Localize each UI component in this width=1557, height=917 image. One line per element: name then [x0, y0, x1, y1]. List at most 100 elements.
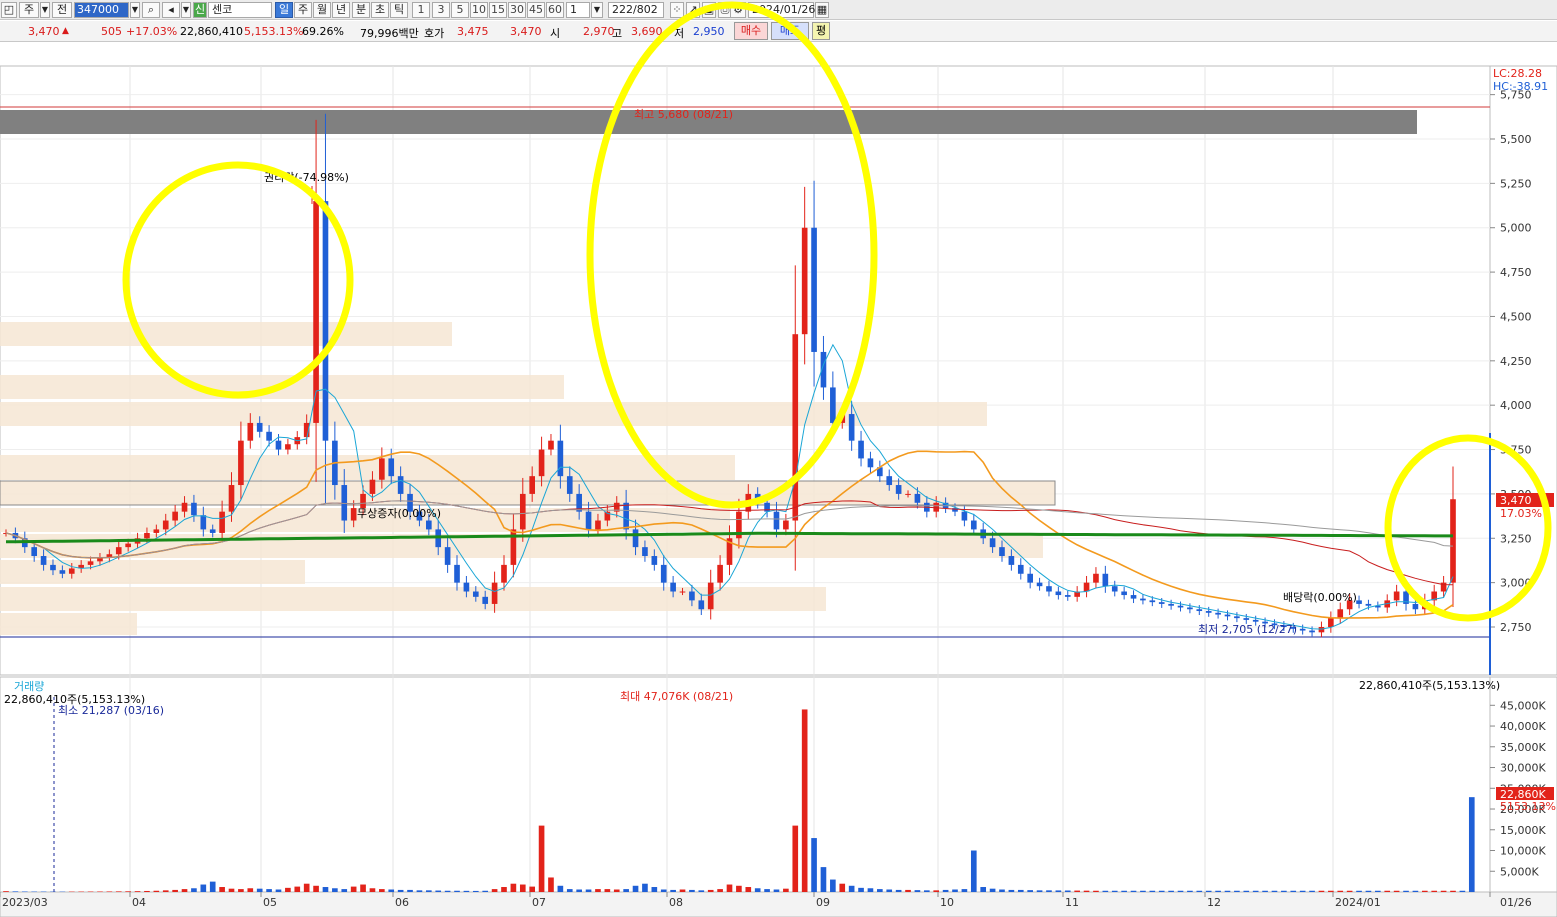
volume-min-label: 최소 21,287 (03/16) [58, 704, 164, 717]
tab-period-4[interactable]: 분 [352, 2, 370, 18]
candle-body [426, 520, 432, 530]
volume-bar [1309, 890, 1315, 892]
tab-period-2[interactable]: 월 [313, 2, 331, 18]
chevron-down-icon[interactable]: ▼ [130, 2, 140, 18]
x-axis-label: 05 [263, 896, 277, 909]
volume-bar [566, 889, 573, 892]
tab-period-5[interactable]: 초 [371, 2, 389, 18]
legend-ma120[interactable]: 120 [246, 67, 267, 80]
volume-bar [12, 891, 19, 892]
menu-icon[interactable]: ◰ [1, 2, 17, 18]
tab-interval-3[interactable]: 10 [470, 2, 488, 18]
grid-icon[interactable]: ⁘ [670, 2, 684, 18]
tab-interval-5[interactable]: 30 [508, 2, 526, 18]
legend-square-icon: ▫ [126, 67, 134, 80]
volume-bar [435, 890, 442, 892]
legend-limit-up[interactable]: 상한가 [305, 67, 335, 83]
candle-body [1234, 616, 1240, 619]
volume-bar [905, 889, 911, 892]
calendar-icon[interactable]: ▦ [815, 2, 829, 18]
chevron-down-icon[interactable]: ▼ [591, 2, 603, 18]
candle-body [736, 511, 742, 539]
volume-bar [519, 884, 526, 892]
candle-body [1243, 618, 1250, 620]
tab-interval-2[interactable]: 5 [451, 2, 469, 18]
legend-ma240[interactable]: 240 [270, 67, 291, 80]
candle-body [379, 458, 385, 480]
candle-body [1196, 609, 1203, 612]
candle-body [1421, 600, 1428, 610]
chevron-down-icon[interactable]: ▼ [181, 2, 191, 18]
volume-bar [529, 886, 536, 892]
tab-period-3[interactable]: 년 [332, 2, 350, 18]
candle-body [219, 511, 225, 533]
legend-ma20[interactable]: 20 [205, 67, 219, 80]
legend-ma60[interactable]: 60 [225, 67, 239, 80]
candle-body [1450, 499, 1456, 583]
period-select[interactable]: 주 [19, 2, 39, 18]
tab-interval-0[interactable]: 1 [412, 2, 430, 18]
volume-profile-band [0, 508, 730, 532]
volume-tick-label: 15,000K [1500, 824, 1546, 837]
volume-bar [792, 825, 799, 892]
candle-body [1102, 573, 1109, 587]
volume-tick-label: 20,000K [1500, 803, 1546, 816]
candle-body [303, 422, 310, 438]
range-field[interactable]: 222/802 [608, 2, 664, 18]
date-input[interactable]: 2024/01/26 [748, 2, 815, 18]
prev-button[interactable]: 전 [52, 2, 72, 18]
volume-bar [1111, 890, 1118, 892]
candle-body [557, 440, 564, 477]
legend-title[interactable]: 센코 매물대 수(20) [12, 67, 102, 83]
volume-bar [1468, 797, 1475, 892]
tab-interval-6[interactable]: 45 [527, 2, 545, 18]
gear-icon[interactable]: ⚙ [730, 2, 746, 18]
tab-interval-7[interactable]: 60 [546, 2, 564, 18]
volume-bar [482, 890, 489, 892]
tab-period-6[interactable]: 틱 [390, 2, 408, 18]
sell-button[interactable]: 매도 [771, 22, 809, 40]
volume-bar [454, 890, 460, 892]
tab-interval-4[interactable]: 15 [489, 2, 507, 18]
candle-body [1384, 600, 1391, 608]
price-tick-label: 4,000 [1500, 399, 1532, 412]
legend-square-icon: ▫ [296, 67, 304, 80]
line-tool-icon[interactable]: ↗ [686, 2, 700, 18]
count-input[interactable]: 1 [566, 2, 590, 18]
candle-body [209, 529, 216, 533]
search-icon[interactable]: ⌕ [142, 2, 160, 18]
tab-period-1[interactable]: 주 [294, 2, 312, 18]
volume-profile-band [0, 534, 1043, 558]
save-icon[interactable]: ▣ [702, 2, 716, 18]
price-chart[interactable]: 5,750 5,500 5,250 5,000 4,750 4,500 4,250 4,000… [0, 0, 1557, 917]
candle-body [1064, 595, 1071, 597]
candle-body [1337, 609, 1344, 619]
dividend-annotation: 배당락(0.00%) [1283, 591, 1357, 604]
candle-body [68, 568, 75, 574]
speaker-icon[interactable]: ◂ [162, 2, 180, 18]
volume-bar [1440, 890, 1447, 892]
candle-body [1215, 612, 1221, 615]
candle-body [444, 547, 451, 565]
price-tick-label: 3,000 [1500, 577, 1532, 590]
up-arrow-icon: ▲ [62, 26, 69, 36]
code-input[interactable]: 347000 [74, 2, 129, 18]
candle-body [31, 547, 38, 557]
volume-bar [294, 886, 301, 892]
volume-bar [1281, 890, 1287, 892]
legend-ma5[interactable]: 종가 단순 5 [134, 67, 188, 83]
candle-body [1017, 564, 1024, 574]
candle-body [923, 502, 930, 512]
stock-name-field[interactable]: 센코 [208, 2, 272, 18]
tab-period-0[interactable]: 일 [275, 2, 293, 18]
buy-button[interactable]: 매수 [734, 22, 768, 40]
candle-body [482, 596, 489, 604]
chevron-down-icon[interactable]: ▼ [40, 2, 50, 18]
tab-interval-1[interactable]: 3 [432, 2, 450, 18]
candle-body [397, 476, 404, 494]
volume-bar [923, 890, 930, 892]
candle-body [1046, 586, 1052, 592]
candle-body [191, 502, 197, 516]
candle-body [1140, 598, 1146, 601]
eval-button[interactable]: 평 [812, 22, 830, 40]
